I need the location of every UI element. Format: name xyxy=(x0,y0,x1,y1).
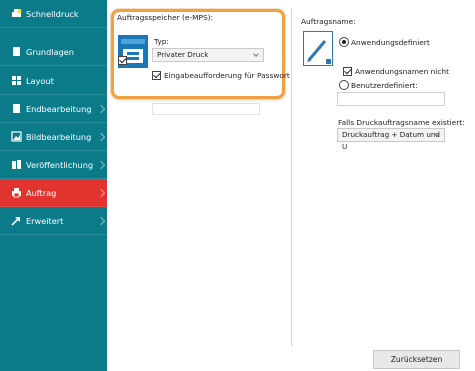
radio-user-defined-label: Benutzerdefiniert: xyxy=(351,81,418,90)
sidebar-item-label: Schnelldruck xyxy=(26,8,79,19)
sidebar-item-grundlagen[interactable]: Grundlagen xyxy=(0,38,107,66)
sidebar-item-label: Auftrag xyxy=(26,187,57,198)
sidebar-item-endbearbeitung[interactable]: Endbearbeitung xyxy=(0,95,107,123)
sidebar: Schnelldruck Grundlagen Layout Endbearbe… xyxy=(0,0,107,371)
sidebar-item-label: Grundlagen xyxy=(26,46,75,57)
sidebar-item-layout[interactable]: Layout xyxy=(0,67,107,95)
sidebar-item-auftrag[interactable]: Auftrag xyxy=(0,179,107,207)
chevron-right-icon xyxy=(96,188,106,197)
radio-app-defined-label: Anwendungsdefiniert xyxy=(351,38,430,47)
chevron-right-icon xyxy=(96,132,106,141)
sidebar-item-label: Endbearbeitung xyxy=(26,103,92,114)
sidebar-item-label: Erweitert xyxy=(26,215,64,226)
sidebar-item-bildbearbeitung[interactable]: Bildbearbeitung xyxy=(0,123,107,151)
storage-type-select[interactable]: Privater Druck xyxy=(152,48,264,62)
app-name-not-checkbox[interactable] xyxy=(343,67,352,76)
chevron-right-icon xyxy=(96,160,106,169)
image-icon xyxy=(11,131,22,142)
radio-user-defined[interactable] xyxy=(339,80,349,90)
radio-app-defined[interactable] xyxy=(339,37,349,47)
jobname-exists-label: Falls Druckauftragsname existiert: xyxy=(338,118,465,127)
sidebar-item-label: Veröffentlichung xyxy=(26,159,94,170)
sidebar-item-label: Bildbearbeitung xyxy=(26,131,92,142)
panel-divider xyxy=(291,8,292,346)
jobname-edit-icon xyxy=(303,31,333,66)
chevron-right-icon xyxy=(96,104,106,113)
storage-device-check xyxy=(118,56,127,65)
user-defined-name-input[interactable] xyxy=(337,92,445,106)
reset-button[interactable]: Zurücksetzen xyxy=(373,350,460,369)
sidebar-item-veroeffentlichung[interactable]: Veröffentlichung xyxy=(0,151,107,179)
storage-heading: Auftragsspeicher (e-MPS): xyxy=(117,13,214,22)
password-prompt-label: Eingabeaufforderung für Passwort xyxy=(164,71,290,80)
booklet-icon xyxy=(11,159,22,170)
sidebar-item-label: Layout xyxy=(26,75,54,86)
printer-icon xyxy=(11,187,22,198)
jobname-exists-select[interactable]: Druckauftrag + Datum und U xyxy=(337,128,445,151)
jobname-heading: Auftragsname: xyxy=(301,17,356,26)
grid-icon xyxy=(11,75,22,86)
page-icon xyxy=(11,46,22,57)
chevron-down-icon xyxy=(253,51,259,57)
page-icon xyxy=(11,103,22,114)
storage-type-value: Privater Druck xyxy=(157,50,209,59)
password-prompt-checkbox[interactable] xyxy=(152,71,161,80)
app-name-not-label: Anwendungsnamen nicht xyxy=(355,67,449,76)
storage-type-label: Typ: xyxy=(154,37,169,46)
chevron-right-icon xyxy=(96,216,106,225)
arrow-icon xyxy=(11,215,22,226)
reset-button-label: Zurücksetzen xyxy=(390,355,443,364)
printer-quick-icon xyxy=(11,8,22,19)
sidebar-item-schnelldruck[interactable]: Schnelldruck xyxy=(0,0,107,28)
storage-secondary-field[interactable] xyxy=(152,103,260,115)
sidebar-item-erweitert[interactable]: Erweitert xyxy=(0,207,107,235)
